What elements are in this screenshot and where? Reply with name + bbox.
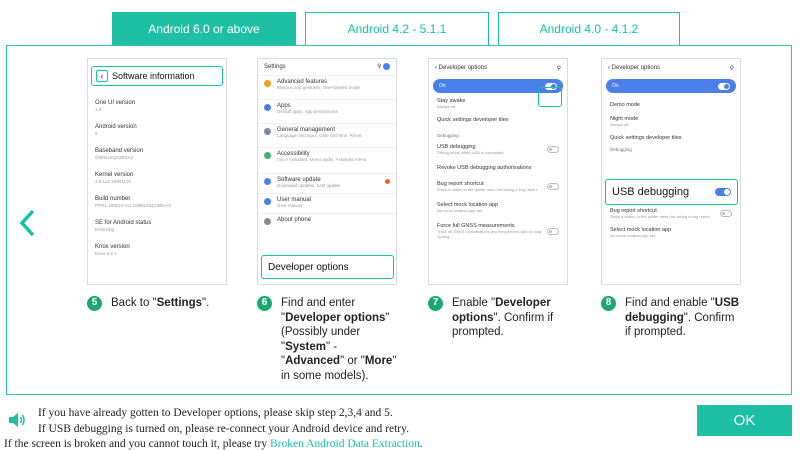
step-8-caption: 8 Find and enable "USB debugging". Confi… — [601, 296, 741, 340]
software-update-icon — [264, 178, 271, 185]
debugging-section-label: Debugging — [610, 147, 632, 152]
hint-suffix: . — [419, 438, 423, 450]
dev-item: Force full GNSS measurements Track all GN… — [429, 220, 567, 242]
speaker-icon — [7, 410, 27, 430]
info-row: Kernel version 4.9.112-15901175 — [95, 172, 134, 184]
settings-item: Advanced features Motions and gestures, O… — [258, 75, 396, 93]
settings-item: About phone — [258, 213, 396, 228]
dev-item: Bug report shortcut Show a button in the … — [602, 205, 740, 222]
tab-android-4-0[interactable]: Android 4.0 - 4.1.2 — [498, 12, 680, 46]
broken-android-link[interactable]: Broken Android Data Extraction — [270, 438, 420, 450]
settings-item: User manual User manual — [258, 193, 396, 211]
ok-button[interactable]: OK — [697, 405, 792, 436]
toggle-off — [547, 183, 559, 190]
tab-android-6[interactable]: Android 6.0 or above — [112, 12, 296, 46]
settings-topbar: Settings ⚲ — [258, 59, 396, 75]
debugging-section-label: Debugging — [437, 133, 459, 138]
dev-item: Night mode Always off — [610, 116, 639, 127]
dev-options-master-switch: On — [606, 79, 736, 93]
step-5-caption: 5 Back to "Settings". — [87, 296, 227, 311]
step-number-badge: 8 — [601, 296, 616, 311]
step-8: ‹ Developer options ⚲ On Demo mode Night … — [601, 58, 741, 340]
hint-text: If the screen is broken and you cannot t… — [4, 438, 271, 450]
toggle-on — [715, 188, 731, 196]
dev-item: Select mock location app No mock location… — [437, 202, 499, 213]
tips-text: If you have already gotten to Developer … — [38, 405, 409, 437]
step-5-screenshot: ‹ Software information One UI version 1.0… — [87, 58, 227, 285]
dev-item: Bug report shortcut Show a button in the … — [429, 178, 567, 195]
search-icon: ⚲ — [556, 65, 561, 72]
software-info-header: ‹ Software information — [91, 66, 223, 86]
search-icon: ⚲ — [377, 63, 390, 71]
step-7: ‹ Developer options ⚲ On Stay awake Always… — [428, 58, 568, 340]
dev-item: USB debugging Debug mode when USB is conn… — [429, 141, 567, 158]
usb-debugging-highlight: USB debugging — [605, 179, 738, 205]
dev-options-topbar: ‹ Developer options ⚲ — [608, 65, 734, 72]
info-row: One UI version 1.0 — [95, 100, 136, 112]
accessibility-icon — [264, 152, 271, 159]
step-6-caption: 6 Find and enter "Developer options" (Po… — [257, 296, 397, 383]
step-number-badge: 6 — [257, 296, 272, 311]
settings-item: General management Language and input, Da… — [258, 123, 396, 141]
dev-item: Quick settings developer tiles — [610, 135, 682, 141]
general-management-icon — [264, 128, 271, 135]
chevron-left-icon[interactable] — [17, 208, 37, 238]
steps-panel: ‹ Software information One UI version 1.0… — [6, 45, 792, 395]
step-6: Settings ⚲ Advanced features Motions and … — [257, 58, 397, 383]
user-manual-icon — [264, 198, 271, 205]
info-row: Baseband version G965USQU3BSA3 — [95, 148, 144, 160]
developer-options-highlight: Developer options — [261, 255, 394, 279]
dev-options-topbar: ‹ Developer options ⚲ — [435, 65, 561, 72]
dev-item: Demo mode — [610, 102, 640, 108]
info-row: Knox version Knox 3.3.1 — [95, 244, 130, 256]
dev-item: Select mock location app No mock location… — [610, 227, 672, 238]
settings-item: Apps Default apps, App permissions — [258, 99, 396, 117]
account-icon — [383, 63, 390, 71]
info-row: Build number PPR1.180610.011.G965USQU3BSA… — [95, 196, 171, 208]
switch-highlight — [538, 87, 562, 107]
settings-item: Software update Download updates, Last up… — [258, 173, 396, 191]
toggle-off — [547, 146, 559, 153]
about-phone-icon — [264, 218, 271, 225]
tip-line-2: If USB debugging is turned on, please re… — [38, 423, 409, 435]
toggle-on — [718, 82, 730, 90]
step-6-screenshot: Settings ⚲ Advanced features Motions and … — [257, 58, 397, 285]
software-info-title: Software information — [112, 71, 195, 81]
dev-item: Revoke USB debugging authorisations — [437, 165, 532, 171]
info-row: Android version 9 — [95, 124, 137, 136]
apps-icon — [264, 104, 271, 111]
toggle-off — [547, 227, 559, 235]
step-5: ‹ Software information One UI version 1.0… — [87, 58, 227, 311]
step-number-badge: 7 — [428, 296, 443, 311]
info-row: SE for Android status Enforcing — [95, 220, 152, 232]
update-badge — [385, 179, 390, 184]
broken-screen-hint: If the screen is broken and you cannot t… — [4, 438, 423, 450]
tip-line-1: If you have already gotten to Developer … — [38, 407, 393, 419]
search-icon: ⚲ — [729, 65, 734, 72]
settings-item: Accessibility Voice Assistant, Mono audio… — [258, 147, 396, 165]
step-7-caption: 7 Enable "Developer options". Confirm if… — [428, 296, 568, 340]
step-7-screenshot: ‹ Developer options ⚲ On Stay awake Always… — [428, 58, 568, 285]
dev-item: Quick settings developer tiles — [437, 117, 509, 123]
version-tabs: Android 6.0 or above Android 4.2 - 5.1.1… — [112, 12, 708, 46]
tab-android-4-2[interactable]: Android 4.2 - 5.1.1 — [305, 12, 489, 46]
back-icon: ‹ — [96, 70, 108, 82]
step-number-badge: 5 — [87, 296, 102, 311]
step-8-screenshot: ‹ Developer options ⚲ On Demo mode Night … — [601, 58, 741, 285]
toggle-off — [720, 210, 732, 217]
advanced-icon — [264, 80, 271, 87]
